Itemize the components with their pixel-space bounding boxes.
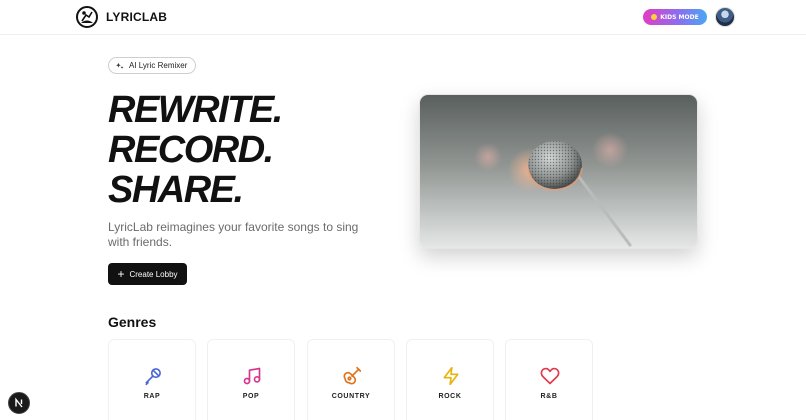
genre-label: RAP xyxy=(143,393,161,400)
create-lobby-label: Create Lobby xyxy=(129,269,178,279)
genre-card-pop[interactable]: POP xyxy=(207,339,295,420)
microphone-hero-image xyxy=(419,94,698,249)
genre-label: ROCK xyxy=(438,393,462,400)
brand-name[interactable]: LYRICLAB xyxy=(106,10,167,24)
plus-icon: + xyxy=(117,266,125,281)
user-avatar[interactable] xyxy=(715,7,735,27)
kids-mode-label: KIDS MODE xyxy=(660,13,699,21)
n-logo-icon xyxy=(15,397,23,408)
genre-card-country[interactable]: COUNTRY xyxy=(307,339,395,420)
genre-label: R&B xyxy=(540,393,558,400)
genre-label: COUNTRY xyxy=(331,393,371,400)
genre-card-rap[interactable]: RAP xyxy=(108,339,196,420)
microphone-icon xyxy=(145,368,161,386)
nextjs-dev-badge-button[interactable] xyxy=(8,392,30,414)
sparkle-icon xyxy=(116,62,124,69)
guitar-icon xyxy=(343,366,362,385)
smiley-icon xyxy=(651,14,658,20)
ai-lyric-remixer-badge: AI Lyric Remixer xyxy=(108,57,197,74)
music-note-icon xyxy=(243,367,261,385)
lyriclab-logo-icon[interactable] xyxy=(76,6,98,28)
headline-line: RECORD. xyxy=(108,129,274,171)
create-lobby-button[interactable]: + Create Lobby xyxy=(108,263,187,285)
hero-headline: REWRITE. RECORD. SHARE. xyxy=(108,89,283,211)
genres-heading: Genres xyxy=(108,314,157,330)
genre-label: POP xyxy=(242,393,260,400)
lightning-icon xyxy=(443,366,459,386)
kids-mode-button[interactable]: KIDS MODE xyxy=(643,9,707,25)
headline-line: SHARE. xyxy=(108,169,244,211)
headline-line: REWRITE. xyxy=(108,89,283,131)
top-nav: LYRICLAB KIDS MODE xyxy=(0,0,806,35)
heart-icon xyxy=(540,367,560,385)
genre-card-rnb[interactable]: R&B xyxy=(505,339,593,420)
badge-label: AI Lyric Remixer xyxy=(129,61,188,70)
hero-subtitle: LyricLab reimagines your favorite songs … xyxy=(108,220,359,249)
genre-card-rock[interactable]: ROCK xyxy=(406,339,494,420)
